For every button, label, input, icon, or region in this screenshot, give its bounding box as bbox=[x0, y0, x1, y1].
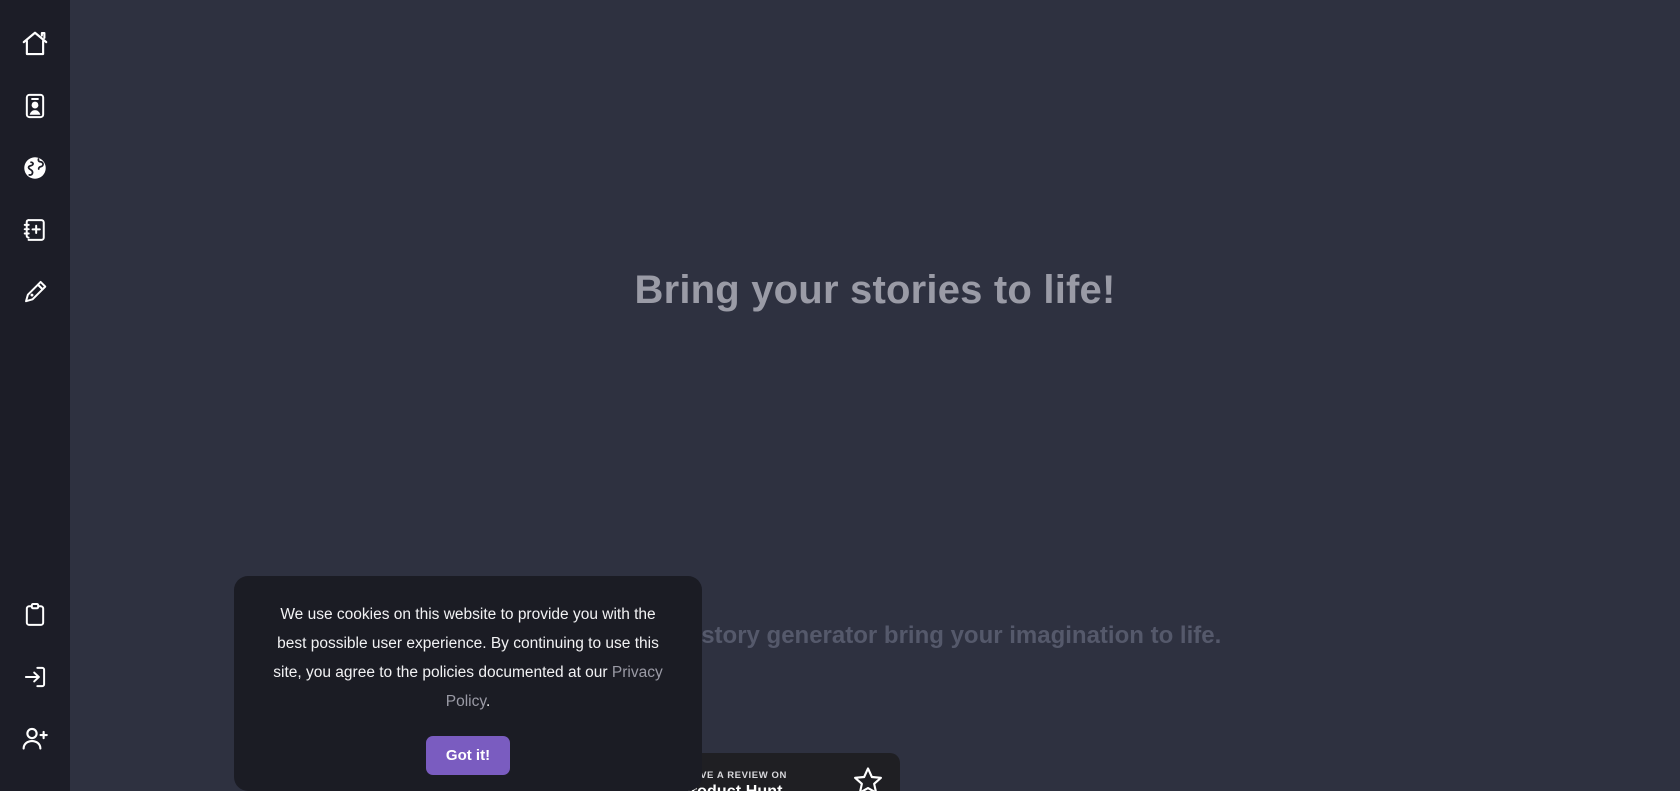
sidebar-top-group bbox=[13, 0, 57, 332]
globe-icon bbox=[21, 154, 49, 182]
clipboard-icon bbox=[21, 601, 49, 629]
home-icon bbox=[20, 29, 50, 59]
page-title: Bring your stories to life! bbox=[634, 268, 1116, 312]
accept-cookies-button[interactable]: Got it! bbox=[425, 736, 511, 775]
sidebar-item-signup[interactable] bbox=[13, 717, 57, 761]
cookie-text-body: We use cookies on this website to provid… bbox=[273, 606, 659, 681]
sidebar-item-explore[interactable] bbox=[13, 146, 57, 190]
sidebar-item-clipboard[interactable] bbox=[13, 593, 57, 637]
product-hunt-text: LEAVE A REVIEW ON Product Hunt bbox=[680, 765, 844, 791]
cookie-consent-banner: We use cookies on this website to provid… bbox=[234, 576, 702, 791]
login-icon bbox=[21, 663, 49, 691]
sidebar-item-login[interactable] bbox=[13, 655, 57, 699]
sidebar-item-write[interactable] bbox=[13, 270, 57, 314]
notebook-plus-icon bbox=[21, 216, 49, 244]
pen-nib-icon bbox=[21, 278, 49, 306]
cookie-text-suffix: . bbox=[485, 693, 491, 710]
sidebar-item-new-story[interactable] bbox=[13, 208, 57, 252]
cookie-consent-text: We use cookies on this website to provid… bbox=[268, 600, 668, 716]
sidebar-item-home[interactable] bbox=[13, 22, 57, 66]
sidebar-item-profile[interactable] bbox=[13, 84, 57, 128]
user-plus-icon bbox=[20, 724, 50, 754]
id-card-icon bbox=[21, 92, 49, 120]
star-outline-icon bbox=[852, 765, 884, 791]
sidebar bbox=[0, 0, 70, 791]
sidebar-bottom-group bbox=[0, 593, 70, 791]
